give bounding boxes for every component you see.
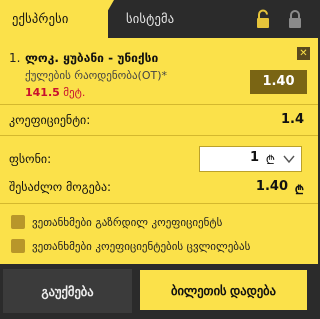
coefficient-value: 1.4 — [280, 112, 304, 127]
bet-market: ქულების რაოდენობა(OT)* — [25, 69, 168, 82]
coefficient-label: კოეფიციენტი: — [9, 113, 91, 127]
lock-icon[interactable] — [287, 9, 303, 29]
chevron-down-icon[interactable] — [283, 153, 295, 165]
stake-value[interactable]: 1 — [250, 150, 259, 165]
accept-higher-odds-label: ვეთანხმები გაზრდილ კოეფიციენტს — [32, 216, 223, 229]
bet-event-title: ლოკ. ყუბანი - უნიქსი — [25, 51, 159, 65]
accept-higher-odds-checkbox[interactable] — [11, 215, 25, 229]
tab-bar: ექსპრესი სისტემა — [0, 0, 318, 38]
unlock-icon[interactable] — [255, 9, 271, 29]
payout-row: შესაძლო მოგება: 1.40 ₾ — [0, 172, 318, 204]
bet-slip: ექსპრესი სისტემა 1. ლოკ. ყუბანი - უნიქსი… — [0, 0, 318, 319]
payout-label: შესაძლო მოგება: — [9, 180, 112, 194]
accept-odds-change-label: ვეთანხმები კოეფიციენტების ცვლილებას — [32, 240, 251, 253]
bet-line: 141.5 მეტ. — [25, 86, 85, 99]
coefficient-row: კოეფიციენტი: 1.4 — [0, 105, 318, 136]
tab-express-label[interactable]: ექსპრესი — [12, 11, 69, 26]
bet-line-value: 141.5 — [25, 86, 60, 99]
tab-express-edge — [92, 0, 114, 38]
bet-line-unit: მეტ. — [63, 86, 86, 99]
tab-system[interactable]: სისტემა — [126, 11, 174, 26]
accept-odds-change-checkbox[interactable] — [11, 239, 25, 253]
payout-value: 1.40 — [255, 179, 288, 194]
stake-input[interactable]: 1 ₾ — [199, 146, 302, 172]
place-bet-button[interactable]: ბილეთის დადება — [137, 267, 310, 313]
payout-lari-icon: ₾ — [294, 183, 304, 197]
bet-odds-badge: 1.40 — [250, 70, 307, 94]
lari-icon: ₾ — [265, 153, 275, 167]
stake-label: ფსონი: — [9, 152, 52, 166]
bet-index: 1. — [9, 51, 21, 65]
cancel-button[interactable]: გაუქმება — [3, 269, 132, 313]
remove-bet-icon[interactable]: ✕ — [297, 47, 310, 60]
